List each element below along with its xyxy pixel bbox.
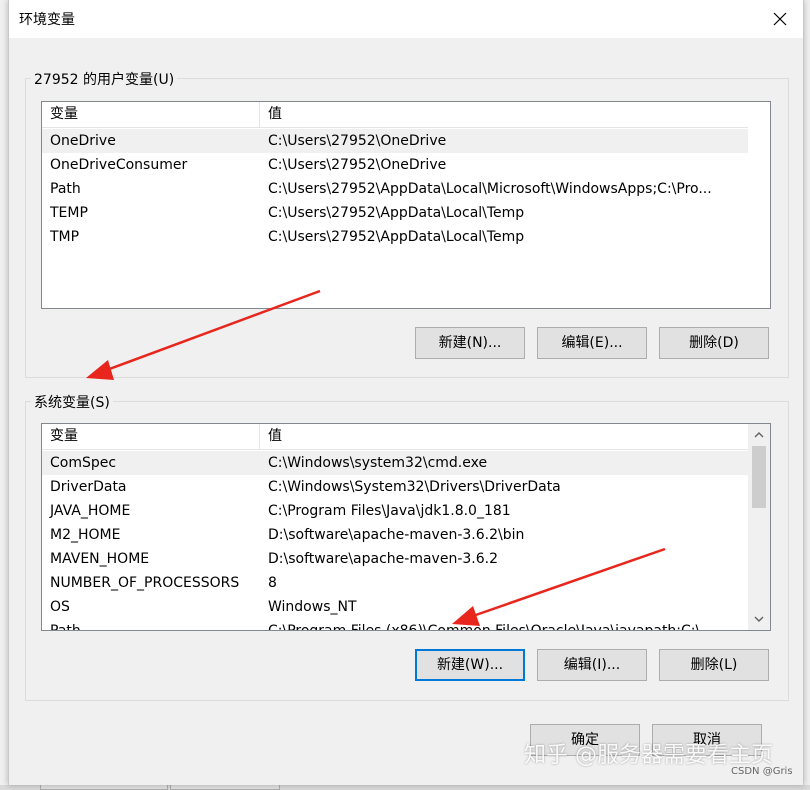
chevron-down-icon [754, 616, 763, 622]
variable-name: Path [50, 623, 81, 631]
system-edit-button[interactable]: 编辑(I)... [537, 649, 647, 681]
user-list-header: 变量 值 [42, 102, 748, 128]
variable-name: DriverData [50, 479, 127, 495]
table-row[interactable]: Path C:\Users\27952\AppData\Local\Micros… [42, 177, 748, 201]
variable-name: JAVA_HOME [50, 503, 131, 519]
variable-value: C:\Windows\system32\cmd.exe [268, 455, 488, 471]
variable-value: C:\Program Files\Java\jdk1.8.0_181 [268, 503, 511, 519]
csdn-watermark: CSDN @Gris [731, 766, 793, 777]
system-list-header: 变量 值 [42, 424, 748, 450]
variable-name: TEMP [50, 205, 88, 221]
dialog-body: 27952 的用户变量(U) 变量 值 OneDrive C:\Users\27… [9, 38, 803, 785]
variable-name: NUMBER_OF_PROCESSORS [50, 575, 240, 591]
variable-value: C:\Program Files (x86)\Common Files\Orac… [268, 623, 714, 631]
variable-value: D:\software\apache-maven-3.6.2 [268, 551, 498, 567]
variable-name: OneDrive [50, 133, 116, 149]
variable-value: C:\Users\27952\AppData\Local\Temp [268, 229, 525, 245]
table-row[interactable]: OneDrive C:\Users\27952\OneDrive [42, 129, 748, 153]
column-header-value[interactable]: 值 [260, 424, 748, 449]
variable-value: Windows_NT [268, 599, 357, 615]
system-delete-button[interactable]: 删除(L) [659, 649, 769, 681]
variable-value: D:\software\apache-maven-3.6.2\bin [268, 527, 525, 543]
variable-value: C:\Users\27952\OneDrive [268, 157, 447, 173]
table-row[interactable]: M2_HOME D:\software\apache-maven-3.6.2\b… [42, 523, 748, 547]
variable-value: C:\Users\27952\AppData\Local\Microsoft\W… [268, 181, 712, 197]
user-variables-label: 27952 的用户变量(U) [31, 69, 178, 89]
user-new-button[interactable]: 新建(N)... [415, 327, 525, 359]
dialog-title: 环境变量 [19, 12, 75, 28]
variable-value: C:\Users\27952\OneDrive [268, 133, 447, 149]
variable-value: C:\Windows\System32\Drivers\DriverData [268, 479, 561, 495]
system-variables-list[interactable]: 变量 值 ComSpec C:\Windows\system32\cmd.exe… [41, 423, 771, 631]
user-variables-list[interactable]: 变量 值 OneDrive C:\Users\27952\OneDrive On… [41, 101, 771, 309]
variable-name: OneDriveConsumer [50, 157, 188, 173]
table-row[interactable]: JAVA_HOME C:\Program Files\Java\jdk1.8.0… [42, 499, 748, 523]
environment-variables-dialog: 环境变量 27952 的用户变量(U) 变量 值 OneDrive C:\Use… [8, 0, 804, 785]
chevron-up-icon [754, 431, 763, 437]
title-bar: 环境变量 [9, 0, 803, 38]
scroll-thumb[interactable] [752, 446, 766, 508]
table-row[interactable]: NUMBER_OF_PROCESSORS 8 [42, 571, 748, 595]
table-row[interactable]: TMP C:\Users\27952\AppData\Local\Temp [42, 225, 748, 249]
variable-name: OS [50, 599, 70, 615]
user-edit-button[interactable]: 编辑(E)... [537, 327, 647, 359]
variable-name: ComSpec [50, 455, 117, 471]
system-variables-label: 系统变量(S) [31, 392, 113, 412]
scroll-down-button[interactable] [750, 610, 767, 627]
variable-value: 8 [268, 575, 277, 591]
variable-name: TMP [50, 229, 80, 245]
variable-name: Path [50, 181, 81, 197]
close-button[interactable] [757, 0, 803, 38]
variable-name: M2_HOME [50, 527, 121, 543]
zhihu-watermark: 知乎 @服务器需要看主页 [524, 743, 773, 768]
table-row[interactable]: DriverData C:\Windows\System32\Drivers\D… [42, 475, 748, 499]
close-icon [773, 12, 787, 26]
column-header-value[interactable]: 值 [260, 102, 748, 127]
variable-name: MAVEN_HOME [50, 551, 150, 567]
user-delete-button[interactable]: 删除(D) [659, 327, 769, 359]
column-header-variable[interactable]: 变量 [42, 102, 260, 127]
table-row[interactable]: OneDriveConsumer C:\Users\27952\OneDrive [42, 153, 748, 177]
table-row[interactable]: OS Windows_NT [42, 595, 748, 619]
system-new-button[interactable]: 新建(W)... [415, 649, 525, 681]
table-row[interactable]: ComSpec C:\Windows\system32\cmd.exe [42, 451, 748, 475]
table-row[interactable]: MAVEN_HOME D:\software\apache-maven-3.6.… [42, 547, 748, 571]
table-row[interactable]: Path C:\Program Files (x86)\Common Files… [42, 619, 748, 631]
system-list-scrollbar[interactable] [748, 424, 770, 630]
variable-value: C:\Users\27952\AppData\Local\Temp [268, 205, 525, 221]
scroll-up-button[interactable] [750, 426, 767, 443]
table-row[interactable]: TEMP C:\Users\27952\AppData\Local\Temp [42, 201, 748, 225]
column-header-variable[interactable]: 变量 [42, 424, 260, 449]
